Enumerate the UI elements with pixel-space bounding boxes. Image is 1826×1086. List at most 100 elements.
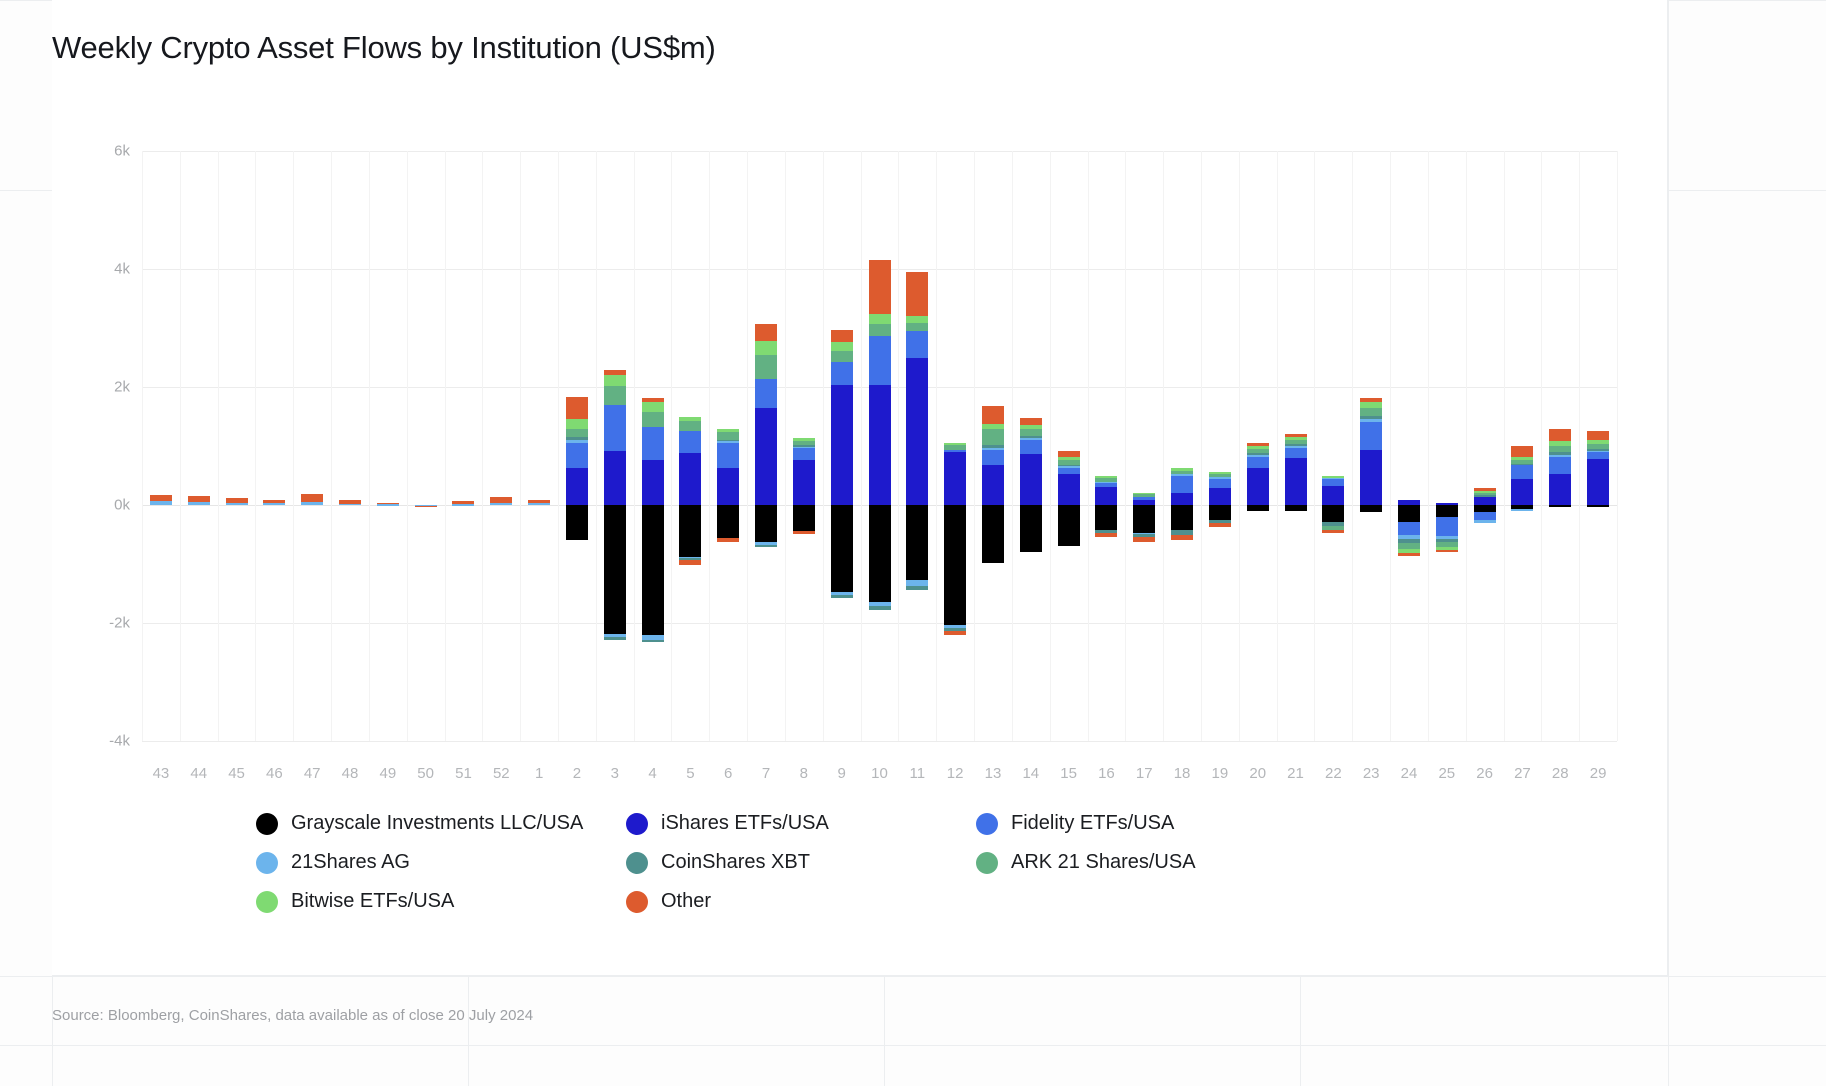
bar-column[interactable] (792, 151, 815, 741)
y-axis-tick-label: 6k (114, 142, 130, 160)
legend-item-other[interactable]: Other (626, 890, 976, 913)
bar-segment (717, 432, 740, 440)
x-axis-tick-label: 49 (379, 765, 397, 782)
bar-segment (301, 502, 324, 505)
gridline-vertical (1390, 151, 1391, 741)
bar-segment (1511, 479, 1534, 505)
bar-segment (1587, 440, 1610, 444)
bar-column[interactable] (679, 151, 702, 741)
bar-column[interactable] (1246, 151, 1269, 741)
bar-column[interactable] (830, 151, 853, 741)
bar-segment (1397, 542, 1420, 550)
bar-segment (641, 412, 664, 428)
bar-column[interactable] (1549, 151, 1572, 741)
bar-segment (1057, 459, 1080, 465)
bar-column[interactable] (490, 151, 513, 741)
legend-item-coinshares[interactable]: CoinShares XBT (626, 851, 976, 874)
bar-column[interactable] (1133, 151, 1156, 741)
background-gridline-v (1668, 0, 1669, 1086)
bar-segment (830, 351, 853, 362)
bar-column[interactable] (565, 151, 588, 741)
bar-segment (868, 385, 891, 505)
bar-segment (263, 503, 286, 505)
legend-item-grayscale[interactable]: Grayscale Investments LLC/USA (256, 812, 626, 835)
bar-column[interactable] (301, 151, 324, 741)
bar-column[interactable] (1171, 151, 1194, 741)
bar-column[interactable] (1511, 151, 1534, 741)
bar-column[interactable] (149, 151, 172, 741)
bar-column[interactable] (981, 151, 1004, 741)
bar-column[interactable] (452, 151, 475, 741)
legend-item-fidelity[interactable]: Fidelity ETFs/USA (976, 812, 1486, 835)
bar-column[interactable] (414, 151, 437, 741)
gridline-vertical (596, 151, 597, 741)
bar-segment (944, 451, 967, 505)
bar-segment (1511, 465, 1534, 480)
bar-column[interactable] (376, 151, 399, 741)
bar-column[interactable] (187, 151, 210, 741)
bar-segment (1511, 446, 1534, 457)
bar-segment (565, 505, 588, 541)
bar-column[interactable] (1208, 151, 1231, 741)
bar-column[interactable] (1322, 151, 1345, 741)
bar-segment (1435, 505, 1458, 518)
gridline-vertical (936, 151, 937, 741)
bar-segment (1587, 430, 1610, 441)
gridline-vertical (1277, 151, 1278, 741)
x-axis-tick-label: 17 (1135, 765, 1153, 782)
bar-column[interactable] (641, 151, 664, 741)
legend-item-ishares[interactable]: iShares ETFs/USA (626, 812, 976, 835)
bar-column[interactable] (1284, 151, 1307, 741)
legend-item-label: Fidelity ETFs/USA (1011, 812, 1175, 834)
bar-column[interactable] (868, 151, 891, 741)
bar-column[interactable] (1435, 151, 1458, 741)
bar-segment (1397, 521, 1420, 536)
bar-column[interactable] (225, 151, 248, 741)
bar-segment (1171, 467, 1194, 471)
bar-segment (1133, 496, 1156, 500)
bar-segment (1360, 422, 1383, 451)
x-axis-tick-label: 12 (946, 765, 964, 782)
gridline-horizontal (142, 741, 1617, 742)
gridline-vertical (218, 151, 219, 741)
bar-column[interactable] (1360, 151, 1383, 741)
legend-item-ark21[interactable]: ARK 21 Shares/USA (976, 851, 1486, 874)
bar-segment (339, 499, 361, 504)
x-axis-tick-label: 5 (686, 765, 695, 782)
bar-segment (1171, 535, 1194, 540)
bar-segment (944, 630, 967, 636)
bar-segment (1549, 452, 1572, 455)
x-axis-tick-label: 9 (837, 765, 846, 782)
bar-segment (1284, 458, 1307, 505)
bar-column[interactable] (1397, 151, 1420, 741)
bar-column[interactable] (1587, 151, 1610, 741)
bar-column[interactable] (603, 151, 626, 741)
bar-segment (301, 494, 324, 503)
bar-segment (225, 497, 248, 503)
bar-segment (1246, 448, 1269, 454)
bar-column[interactable] (1057, 151, 1080, 741)
bar-column[interactable] (1473, 151, 1496, 741)
x-axis: 43 44 45 46 47 48 49 50 51 52 1 2 3 4 5 6 7 8 9 10 11 12 13 14 1… (142, 765, 1617, 789)
bar-column[interactable] (717, 151, 740, 741)
bar-column[interactable] (755, 151, 778, 741)
bar-column[interactable] (1019, 151, 1042, 741)
x-axis-tick-label: 11 (909, 765, 926, 782)
bar-segment (679, 430, 702, 454)
bar-column[interactable] (528, 151, 551, 741)
bar-segment (603, 404, 626, 451)
bar-segment (1360, 408, 1383, 416)
bar-column[interactable] (906, 151, 929, 741)
bar-segment (906, 586, 929, 590)
bar-segment (565, 439, 588, 444)
bar-segment (906, 315, 929, 323)
bar-column[interactable] (339, 151, 361, 741)
x-axis-tick-label: 6 (724, 765, 733, 782)
bar-column[interactable] (1095, 151, 1118, 741)
bar-column[interactable] (263, 151, 286, 741)
legend-swatch-icon (626, 812, 648, 835)
bar-column[interactable] (944, 151, 967, 741)
legend-item-bitwise[interactable]: Bitwise ETFs/USA (256, 890, 626, 913)
plot-container: 6k 4k 2k 0k -2k -4k 43 44 45 46 47 48 49 50 51 52 1 2 3 4 5… (52, 105, 1618, 782)
legend-item-21shares[interactable]: 21Shares AG (256, 851, 626, 874)
